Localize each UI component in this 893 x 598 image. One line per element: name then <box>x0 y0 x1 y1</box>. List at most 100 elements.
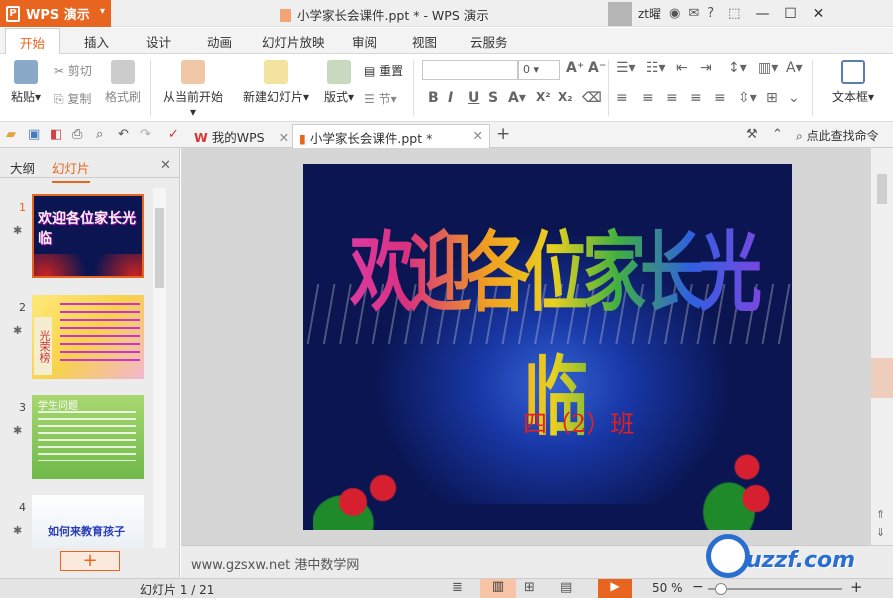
copy-button[interactable]: ⎘ 复制 <box>54 90 91 107</box>
shadow-icon[interactable]: S <box>488 90 498 106</box>
close-icon[interactable]: ✕ <box>279 130 289 145</box>
cut-button[interactable]: ✂ 剪切 <box>54 62 92 79</box>
indent-increase-icon[interactable]: ⇥ <box>700 60 712 76</box>
layout-button[interactable]: 版式▾ <box>320 60 358 105</box>
subscript-icon[interactable]: X₂ <box>558 90 573 104</box>
align-right-icon[interactable]: ≡ <box>666 90 678 106</box>
columns-icon[interactable]: ▥▾ <box>758 60 778 76</box>
collapse-icon[interactable]: ⌃ <box>772 127 783 142</box>
tab-my-wps[interactable]: W 我的WPS ✕ <box>188 124 295 148</box>
slide-thumbnail-4[interactable]: 如何来教育孩子 <box>32 495 144 547</box>
slide-subtitle[interactable]: 四（2）班 <box>523 404 634 439</box>
print-icon[interactable]: ⎙ <box>72 127 82 142</box>
underline-icon[interactable]: U <box>468 90 479 106</box>
command-search[interactable]: ⌕ 点此查找命令 <box>796 127 879 144</box>
minimize-button[interactable]: — <box>748 6 776 22</box>
shrink-font-icon[interactable]: A⁻ <box>588 60 606 76</box>
close-icon[interactable]: ✕ <box>160 158 171 173</box>
play-slideshow-icon[interactable]: ▶ <box>598 579 632 598</box>
tab-home[interactable]: 开始 <box>5 28 61 55</box>
redo-icon[interactable]: ↷ <box>140 127 151 142</box>
superscript-icon[interactable]: X² <box>536 90 551 104</box>
open-icon[interactable]: ▰ <box>6 127 16 142</box>
tab-animation[interactable]: 动画 <box>207 32 232 51</box>
text-direction-icon[interactable]: A▾ <box>786 60 803 76</box>
avatar[interactable] <box>608 2 632 26</box>
window-title: 小学家长会课件.ppt * - WPS 演示 <box>280 5 489 24</box>
thumbnail-scrollbar[interactable] <box>153 188 166 548</box>
username[interactable]: zt曜 <box>638 5 661 22</box>
textbox-button[interactable]: 文本框▾ <box>826 60 880 105</box>
tab-current-document[interactable]: ▮ 小学家长会课件.ppt * ✕ <box>292 124 490 148</box>
font-name-select[interactable] <box>422 60 518 80</box>
close-icon[interactable]: ✕ <box>473 128 483 143</box>
align-left-icon[interactable]: ≡ <box>616 90 628 106</box>
app-menu-button[interactable]: P WPS 演示 ▾ <box>0 0 111 27</box>
minimize-ribbon-icon[interactable]: ⬚ <box>728 6 740 21</box>
sorter-view-icon[interactable]: ⊞ <box>524 580 535 595</box>
zoom-out-icon[interactable]: − <box>692 579 704 595</box>
format-painter-button[interactable]: 格式刷 <box>104 60 142 105</box>
normal-view-icon[interactable]: ▥ <box>480 579 516 598</box>
help-icon[interactable]: ? <box>707 6 714 21</box>
zoom-level[interactable]: 50 % <box>652 581 683 595</box>
tools-icon[interactable]: ⚒ <box>746 127 758 142</box>
reset-button[interactable]: ▤ 重置 <box>364 62 403 79</box>
skin-icon[interactable]: ◉ <box>669 6 680 21</box>
distribute-icon[interactable]: ≡ <box>714 90 726 106</box>
reading-view-icon[interactable]: ▤ <box>560 580 572 595</box>
paste-button[interactable]: 粘贴▾ <box>8 60 44 105</box>
maximize-button[interactable]: ☐ <box>776 6 804 22</box>
clear-format-icon[interactable]: ⌫ <box>582 90 602 106</box>
vertical-align-icon[interactable]: ⇳▾ <box>738 90 757 106</box>
ppt-file-icon <box>280 9 291 22</box>
align-center-icon[interactable]: ≡ <box>642 90 654 106</box>
new-tab-icon[interactable]: + <box>496 124 510 144</box>
tab-cloud[interactable]: 云服务 <box>470 32 508 51</box>
slide-thumbnail-2[interactable]: 光荣榜 <box>32 295 144 379</box>
customize-icon[interactable]: ✓ <box>168 127 179 142</box>
print-preview-icon[interactable]: ⌕ <box>96 127 103 142</box>
tab-review[interactable]: 审阅 <box>352 32 377 51</box>
font-color-icon[interactable]: A▾ <box>508 90 526 106</box>
user-area[interactable]: zt曜 ◉ ✉ ? ⬚ — ☐ ✕ <box>608 0 832 27</box>
new-slide-button[interactable]: 新建幻灯片▾ <box>240 60 312 105</box>
zoom-in-icon[interactable]: + <box>850 578 863 596</box>
export-pdf-icon[interactable]: ◧ <box>50 127 62 142</box>
line-spacing-icon[interactable]: ↕▾ <box>728 60 747 76</box>
add-slide-button[interactable]: + <box>60 551 120 571</box>
tab-slides[interactable]: 幻灯片 <box>52 158 90 183</box>
save-icon[interactable]: ▣ <box>28 127 40 142</box>
slide-canvas: 欢迎各位家长光临 四（2）班 <box>181 148 871 545</box>
close-button[interactable]: ✕ <box>804 6 832 22</box>
grow-font-icon[interactable]: A⁺ <box>566 60 584 76</box>
bold-icon[interactable]: B <box>428 90 439 106</box>
ribbon-expand-icon[interactable]: ⌄ <box>788 90 800 106</box>
tab-design[interactable]: 设计 <box>146 32 171 51</box>
current-slide[interactable]: 欢迎各位家长光临 四（2）班 <box>303 164 792 530</box>
section-button[interactable]: ☰ 节▾ <box>364 90 397 107</box>
font-size-select[interactable]: 0 ▾ <box>518 60 560 80</box>
feedback-icon[interactable]: ✉ <box>688 6 699 21</box>
thumb-title: 欢迎各位家长光临 <box>38 211 136 247</box>
tab-view[interactable]: 视图 <box>412 32 437 51</box>
slide-thumbnail-3[interactable]: 学生问题 <box>32 395 144 479</box>
justify-icon[interactable]: ≡ <box>690 90 702 106</box>
bullets-icon[interactable]: ☰▾ <box>616 60 636 76</box>
numbering-icon[interactable]: ☷▾ <box>646 60 666 76</box>
undo-icon[interactable]: ↶ <box>118 127 129 142</box>
zoom-slider[interactable] <box>708 583 842 595</box>
vertical-scrollbar[interactable]: ⇑ ⇓ <box>871 148 893 545</box>
notes-toggle-icon[interactable]: ≣ <box>452 580 463 595</box>
tab-slideshow[interactable]: 幻灯片放映 <box>262 32 325 51</box>
tab-outline[interactable]: 大纲 <box>10 158 35 177</box>
indent-decrease-icon[interactable]: ⇤ <box>676 60 688 76</box>
slide-thumbnail-1[interactable]: 欢迎各位家长光临 <box>32 194 144 278</box>
notes-text[interactable]: www.gzsxw.net 港中数学网 <box>191 558 359 573</box>
smartart-icon[interactable]: ⊞ <box>766 90 778 106</box>
tab-insert[interactable]: 插入 <box>84 32 109 51</box>
play-from-current-button[interactable]: 从当前开始▾ <box>160 60 226 119</box>
italic-icon[interactable]: I <box>448 90 453 106</box>
rose-decoration-right <box>702 440 792 530</box>
star-icon: ✱ <box>13 524 23 537</box>
